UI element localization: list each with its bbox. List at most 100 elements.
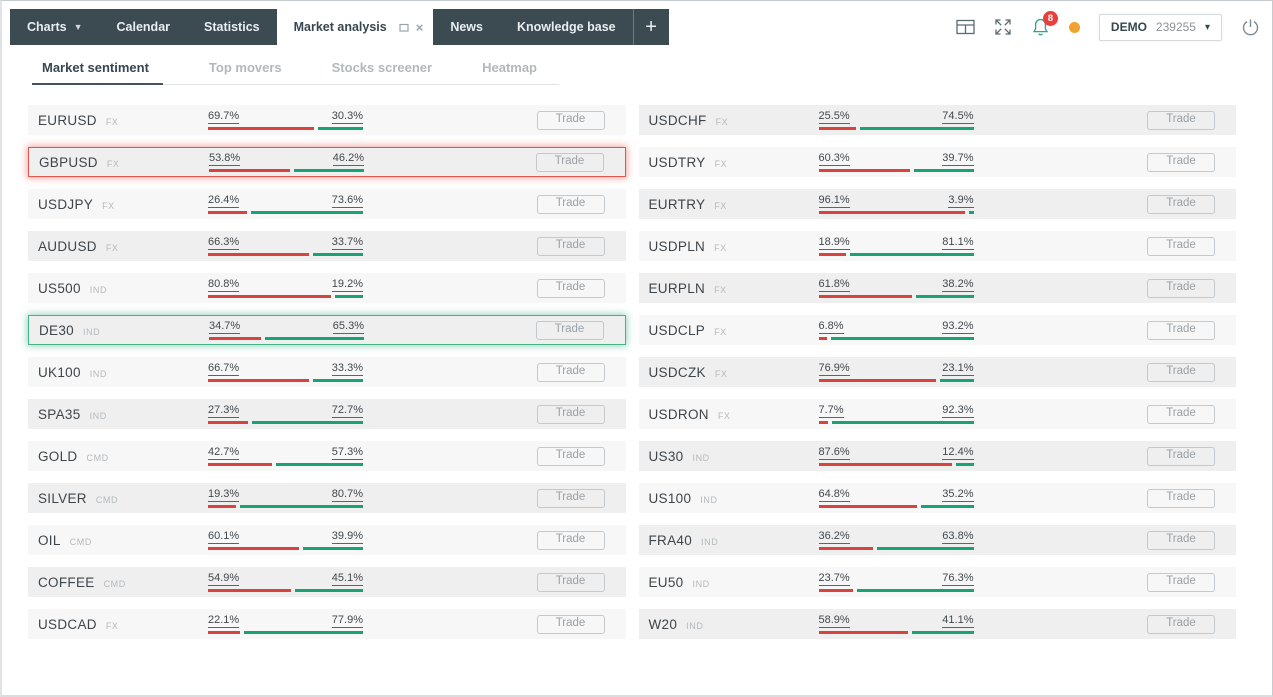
trade-button[interactable]: Trade	[1147, 320, 1215, 340]
sentiment-row[interactable]: US100 IND 64.8% 35.2% Trade	[638, 483, 1236, 513]
sentiment-row[interactable]: USDCLP FX 6.8% 93.2% Trade	[638, 315, 1236, 345]
trade-button[interactable]: Trade	[535, 152, 604, 172]
tab-label: Market analysis	[293, 20, 387, 34]
short-percent: 42.7%	[208, 446, 240, 461]
sentiment-row[interactable]: USDTRY FX 60.3% 39.7% Trade	[638, 147, 1236, 177]
sentiment-row[interactable]: W20 IND 58.9% 41.1% Trade	[638, 609, 1236, 639]
sentiment-row[interactable]: EURPLN FX 61.8% 38.2% Trade	[638, 273, 1236, 303]
sentiment-row[interactable]: FRA40 IND 36.2% 63.8% Trade	[638, 525, 1236, 555]
trade-button[interactable]: Trade	[1147, 572, 1215, 592]
subtab-stocks-screener[interactable]: Stocks screener	[328, 60, 436, 84]
sentiment-gauge: 66.3% 33.7%	[208, 236, 363, 257]
sentiment-row[interactable]: AUDUSD FX 66.3% 33.7% Trade	[28, 231, 626, 261]
sentiment-row[interactable]: USDCZK FX 76.9% 23.1% Trade	[638, 357, 1236, 387]
instrument-symbol: EURUSD	[38, 112, 97, 128]
instrument-symbol: SPA35	[38, 406, 81, 422]
sentiment-row[interactable]: EURUSD FX 69.7% 30.3% Trade	[28, 105, 626, 135]
sentiment-row[interactable]: DE30 IND 34.7% 65.3% Trade	[28, 315, 626, 345]
sentiment-row[interactable]: SILVER CMD 19.3% 80.7% Trade	[28, 483, 626, 513]
trade-button[interactable]: Trade	[536, 572, 605, 592]
instrument-category: FX	[717, 410, 731, 421]
tab-calendar[interactable]: Calendar	[100, 9, 188, 45]
trade-button[interactable]: Trade	[536, 236, 605, 256]
tab-charts[interactable]: Charts ▼	[10, 9, 100, 45]
trade-button[interactable]: Trade	[536, 278, 605, 298]
sentiment-row[interactable]: USDCHF FX 25.5% 74.5% Trade	[638, 105, 1236, 135]
short-percent: 66.3%	[208, 236, 240, 251]
account-selector[interactable]: DEMO 239255 ▾	[1098, 13, 1222, 41]
power-logout-icon[interactable]	[1241, 18, 1260, 37]
tab-market-analysis[interactable]: Market analysis ×	[276, 9, 434, 45]
instrument-symbol: FRA40	[648, 532, 693, 548]
trade-button[interactable]: Trade	[1147, 110, 1215, 130]
trade-button[interactable]: Trade	[1147, 236, 1215, 256]
sentiment-bar	[818, 547, 974, 551]
long-bar	[250, 211, 363, 215]
sentiment-row[interactable]: USDJPY FX 26.4% 73.6% Trade	[28, 189, 626, 219]
layout-panels-icon[interactable]	[956, 19, 975, 35]
subtab-market-sentiment[interactable]: Market sentiment	[32, 60, 163, 85]
short-bar	[208, 253, 309, 257]
trade-button[interactable]: Trade	[1147, 152, 1215, 172]
trade-button[interactable]: Trade	[1147, 362, 1215, 382]
sentiment-row[interactable]: USDRON FX 7.7% 92.3% Trade	[638, 399, 1236, 429]
long-percent: 74.5%	[942, 110, 974, 125]
long-bar	[239, 505, 363, 509]
sentiment-row[interactable]: US30 IND 87.6% 12.4% Trade	[638, 441, 1236, 471]
short-percent: 96.1%	[818, 194, 850, 209]
trade-button[interactable]: Trade	[1147, 614, 1215, 634]
sentiment-row[interactable]: USDPLN FX 18.9% 81.1% Trade	[638, 231, 1236, 261]
sentiment-row[interactable]: EU50 IND 23.7% 76.3% Trade	[638, 567, 1236, 597]
trade-button[interactable]: Trade	[536, 614, 605, 634]
close-icon[interactable]: ×	[416, 21, 424, 34]
sentiment-bar	[818, 295, 974, 299]
sentiment-row[interactable]: SPA35 IND 27.3% 72.7% Trade	[28, 399, 626, 429]
instrument-symbol: USDTRY	[648, 154, 706, 170]
trade-button[interactable]: Trade	[1147, 404, 1215, 424]
subtab-heatmap[interactable]: Heatmap	[478, 60, 541, 84]
notification-badge: 8	[1042, 11, 1058, 26]
trade-button[interactable]: Trade	[536, 362, 605, 382]
notifications-bell-icon[interactable]: 8	[1031, 11, 1058, 37]
tab-statistics[interactable]: Statistics	[187, 9, 277, 45]
header-right-controls: 8 DEMO 239255 ▾	[956, 9, 1260, 45]
sentiment-row[interactable]: US500 IND 80.8% 19.2% Trade	[28, 273, 626, 303]
trade-button[interactable]: Trade	[536, 194, 605, 214]
long-bar	[860, 127, 974, 131]
instrument-category: FX	[714, 284, 727, 295]
sentiment-row[interactable]: GBPUSD FX 53.8% 46.2% Trade	[28, 147, 626, 177]
sentiment-row[interactable]: OIL CMD 60.1% 39.9% Trade	[28, 525, 626, 555]
add-tab-button[interactable]: +	[632, 9, 669, 45]
sentiment-bar	[818, 379, 974, 383]
sentiment-row[interactable]: EURTRY FX 96.1% 3.9% Trade	[638, 189, 1236, 219]
trade-button[interactable]: Trade	[536, 488, 605, 508]
sentiment-bar	[208, 379, 363, 383]
long-percent: 65.3%	[332, 320, 364, 335]
trade-button[interactable]: Trade	[536, 404, 605, 424]
sentiment-bar	[818, 421, 974, 425]
popout-window-icon[interactable]	[399, 23, 409, 32]
long-percent: 3.9%	[948, 194, 974, 209]
long-bar	[876, 547, 974, 551]
trade-button[interactable]: Trade	[1147, 488, 1215, 508]
long-bar	[295, 589, 363, 593]
tab-knowledge-base[interactable]: Knowledge base	[500, 9, 633, 45]
trade-button[interactable]: Trade	[535, 320, 604, 340]
sentiment-row[interactable]: GOLD CMD 42.7% 57.3% Trade	[28, 441, 626, 471]
trade-button[interactable]: Trade	[536, 446, 605, 466]
subtab-top-movers[interactable]: Top movers	[205, 60, 286, 84]
long-bar	[939, 379, 974, 383]
sentiment-row[interactable]: UK100 IND 66.7% 33.3% Trade	[28, 357, 626, 387]
instrument: EURPLN FX	[649, 281, 819, 296]
sentiment-row[interactable]: USDCAD FX 22.1% 77.9% Trade	[28, 609, 626, 639]
trade-button[interactable]: Trade	[536, 110, 605, 130]
trade-button[interactable]: Trade	[1147, 278, 1215, 298]
trade-button[interactable]: Trade	[1147, 530, 1215, 550]
fullscreen-icon[interactable]	[994, 18, 1012, 36]
trade-button[interactable]: Trade	[536, 530, 605, 550]
sentiment-row[interactable]: COFFEE CMD 54.9% 45.1% Trade	[28, 567, 626, 597]
trade-button[interactable]: Trade	[1147, 446, 1215, 466]
tab-news[interactable]: News	[433, 9, 500, 45]
instrument-category: FX	[105, 242, 119, 253]
trade-button[interactable]: Trade	[1147, 194, 1215, 214]
